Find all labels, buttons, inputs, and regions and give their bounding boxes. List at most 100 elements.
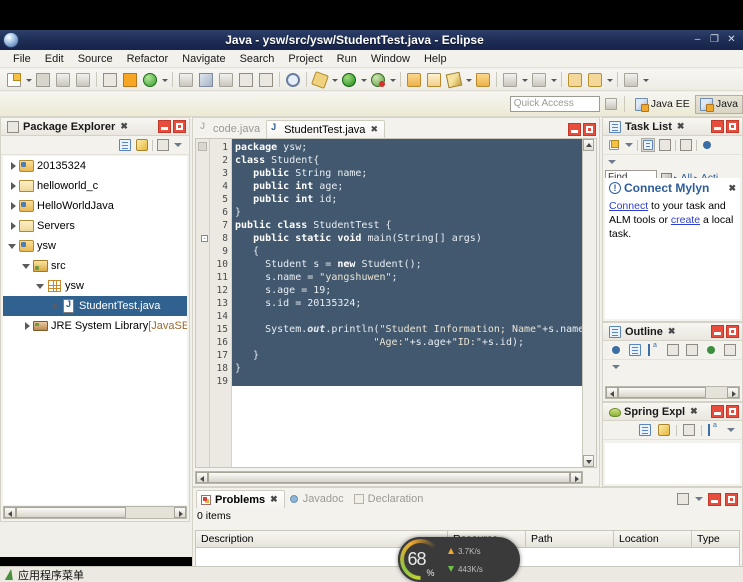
hide-fields-icon[interactable] (666, 343, 680, 357)
tree-item-ysw-project[interactable]: ysw (3, 236, 187, 256)
close-icon[interactable]: ✖ (120, 121, 128, 132)
perspective-java-ee[interactable]: Java EE (630, 95, 695, 114)
column-header-location[interactable]: Location (614, 531, 692, 547)
menu-window[interactable]: Window (364, 52, 417, 66)
package-explorer-hscrollbar[interactable] (3, 506, 187, 519)
maximize-view-button[interactable] (726, 405, 739, 418)
minimize-button[interactable]: – (690, 33, 705, 47)
scroll-right-button[interactable] (174, 507, 186, 518)
open-task-icon[interactable] (237, 71, 255, 89)
tree-item-src[interactable]: src (3, 256, 187, 276)
tree-item-package-ysw[interactable]: ysw (3, 276, 187, 296)
menu-project[interactable]: Project (281, 52, 329, 66)
refresh-dropdown-arrow-icon[interactable] (160, 71, 169, 89)
toggle-ant-icon[interactable] (101, 71, 119, 89)
java-edit-icon[interactable] (445, 71, 463, 89)
next-annotation-icon[interactable] (530, 71, 548, 89)
previous-arrow-icon[interactable] (520, 71, 529, 89)
collapse-all-icon[interactable] (638, 423, 652, 437)
tab-javadoc[interactable]: Javadoc (285, 490, 350, 508)
column-header-path[interactable]: Path (526, 531, 614, 547)
hscroll-track[interactable] (208, 472, 570, 483)
open-folder-icon[interactable] (405, 71, 423, 89)
link-with-editor-icon[interactable] (135, 138, 149, 152)
tab-code-java[interactable]: code.java (196, 120, 266, 138)
new-dropdown-arrow-icon[interactable] (24, 71, 33, 89)
hscroll-track[interactable] (16, 507, 174, 518)
application-menu-label[interactable]: 应用程序菜单 (18, 567, 84, 582)
editor-hscrollbar[interactable] (195, 471, 583, 484)
menu-file[interactable]: File (6, 52, 38, 66)
maximize-view-button[interactable] (726, 120, 739, 133)
minimize-view-button[interactable] (708, 492, 721, 506)
search-icon[interactable] (177, 71, 195, 89)
editor-area[interactable]: 1 2 3 4 5 6 7 -8 9 10 11 12 13 14 15 16 (195, 138, 597, 468)
tab-problems[interactable]: Problems ✖ (196, 490, 285, 508)
perspective-java[interactable]: Java (694, 94, 743, 114)
quick-access-input[interactable]: Quick Access (509, 96, 600, 112)
tab-spring-explorer[interactable]: Spring Expl ✖ (606, 403, 702, 421)
minimize-view-button[interactable] (711, 120, 724, 133)
new-annotation-icon[interactable] (284, 71, 302, 89)
fold-marker[interactable]: - (201, 235, 208, 242)
editor-vscrollbar[interactable] (582, 139, 596, 467)
tree-item-helloworld-c[interactable]: helloworld_c (3, 176, 187, 196)
tab-studenttest-java[interactable]: StudentTest.java ✖ (266, 120, 385, 138)
new-task-arrow-icon[interactable] (624, 138, 634, 152)
hide-non-public-icon[interactable] (704, 343, 718, 357)
menu-help[interactable]: Help (417, 52, 454, 66)
debug-icon[interactable] (369, 71, 387, 89)
tree-item-helloworldjava[interactable]: HelloWorldJava (3, 196, 187, 216)
categorized-presentation-icon[interactable] (641, 138, 655, 152)
debug-arrow-icon[interactable] (388, 71, 397, 89)
tab-package-explorer[interactable]: Package Explorer ✖ (4, 118, 132, 136)
open-type-icon[interactable] (217, 71, 235, 89)
filters-icon[interactable] (676, 492, 690, 506)
open-package-icon[interactable] (425, 71, 443, 89)
maximize-view-button[interactable] (725, 492, 738, 506)
scroll-left-button[interactable] (606, 387, 618, 398)
column-header-type[interactable]: Type (692, 531, 736, 547)
collapse-all-icon[interactable] (628, 343, 642, 357)
tree-item-20135324[interactable]: 20135324 (3, 156, 187, 176)
back-icon[interactable] (566, 71, 584, 89)
maximize-view-button[interactable] (726, 325, 739, 338)
previous-annotation-icon[interactable] (501, 71, 519, 89)
hscroll-thumb[interactable] (16, 507, 126, 518)
scroll-down-button[interactable] (583, 455, 594, 467)
save-all-icon[interactable] (54, 71, 72, 89)
chevron-right-icon[interactable] (7, 200, 19, 212)
connect-link[interactable]: Connect (609, 200, 648, 212)
minimize-view-button[interactable] (711, 325, 724, 338)
chevron-right-icon[interactable] (7, 160, 19, 172)
open-resource-icon[interactable] (257, 71, 275, 89)
chevron-down-icon[interactable] (7, 240, 19, 252)
minimize-view-button[interactable] (158, 120, 171, 133)
sort-alphabetically-icon[interactable] (647, 342, 661, 357)
tab-declaration[interactable]: Declaration (350, 490, 430, 508)
chevron-right-icon[interactable] (7, 180, 19, 192)
filter-icon[interactable] (682, 423, 696, 437)
chevron-right-icon[interactable] (49, 300, 61, 312)
refresh-icon[interactable] (141, 71, 159, 89)
chevron-right-icon[interactable] (7, 220, 19, 232)
tree-item-studenttest-java[interactable]: StudentTest.java (3, 296, 187, 316)
restore-button[interactable]: ❐ (707, 33, 722, 47)
forward-icon[interactable] (586, 71, 604, 89)
scroll-left-button[interactable] (4, 507, 16, 518)
tree-item-servers[interactable]: Servers (3, 216, 187, 236)
scroll-left-button[interactable] (196, 472, 208, 483)
close-icon[interactable]: ✖ (668, 326, 676, 337)
hscroll-thumb[interactable] (208, 472, 570, 483)
editor-annotation-ruler[interactable] (196, 139, 210, 467)
new-java-project-icon[interactable] (121, 71, 139, 89)
tab-outline[interactable]: Outline ✖ (606, 323, 679, 341)
tree-item-jre-system-library[interactable]: JRE System Library [JavaSE-1.7] (3, 316, 187, 336)
maximize-editor-button[interactable] (583, 123, 596, 136)
view-menu-arrow-icon[interactable] (726, 423, 736, 437)
menu-source[interactable]: Source (71, 52, 120, 66)
close-button[interactable]: ✕ (724, 33, 739, 47)
menu-run[interactable]: Run (330, 52, 364, 66)
history-arrow-icon[interactable] (641, 71, 650, 89)
view-menu-filter-icon[interactable] (156, 138, 170, 152)
